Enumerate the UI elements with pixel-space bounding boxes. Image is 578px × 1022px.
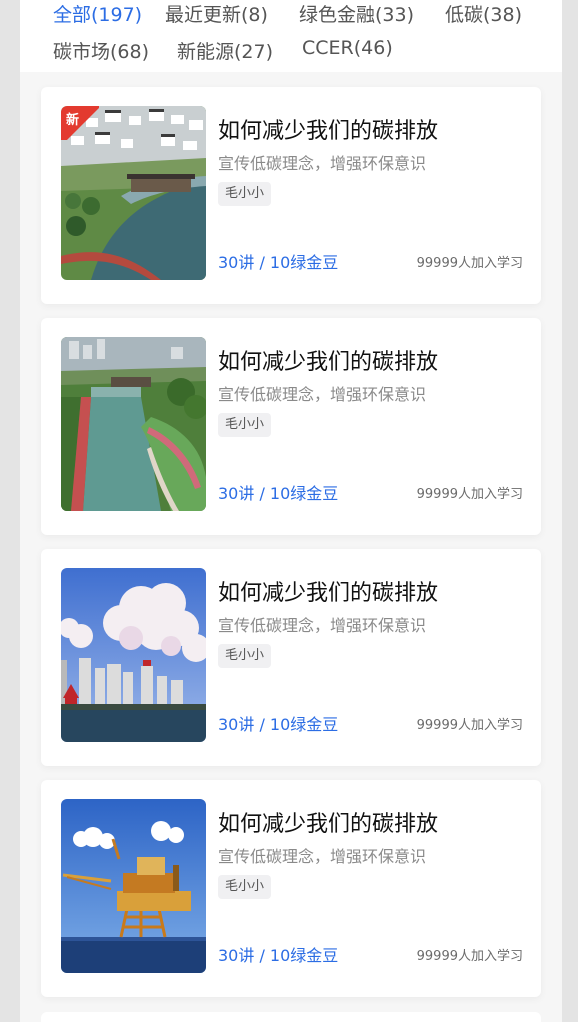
course-subtitle: 宣传低碳理念，增强环保意识: [218, 385, 427, 404]
course-subtitle: 宣传低碳理念，增强环保意识: [218, 154, 427, 173]
course-meta: 30讲 / 10绿金豆: [218, 253, 339, 272]
new-badge: 新: [61, 106, 99, 140]
filter-green-finance[interactable]: 绿色金融(33): [299, 0, 414, 27]
author-tag: 毛小小: [218, 182, 272, 206]
learner-count: 99999人加入学习: [416, 718, 523, 733]
filter-new-energy[interactable]: 新能源(27): [177, 37, 273, 64]
author-tag: 毛小小: [218, 875, 272, 899]
author-tag: 毛小小: [218, 413, 272, 437]
learner-count: 99999人加入学习: [416, 487, 523, 502]
course-meta: 30讲 / 10绿金豆: [218, 484, 339, 503]
filter-carbon-market[interactable]: 碳市场(68): [53, 37, 149, 64]
course-subtitle: 宣传低碳理念，增强环保意识: [218, 847, 427, 866]
author-tag: 毛小小: [218, 644, 272, 668]
course-list-panel: 全部(197) 最近更新(8) 绿色金融(33) 低碳(38) 碳市场(68) …: [20, 0, 562, 1022]
filter-low-carbon[interactable]: 低碳(38): [445, 0, 522, 27]
course-card[interactable]: 如何减少我们的碳排放 宣传低碳理念，增强环保意识 毛小小 30讲 / 10绿金豆…: [41, 780, 541, 997]
course-meta: 30讲 / 10绿金豆: [218, 946, 339, 965]
course-card[interactable]: 如何减少我们的碳排放 宣传低碳理念，增强环保意识 毛小小 30讲 / 10绿金豆…: [41, 318, 541, 535]
city-skyline-icon: [61, 568, 206, 742]
course-card[interactable]: 新 如何减少我们的碳排放 宣传低碳理念，增强环保意识 毛小小 30讲 / 10绿…: [41, 87, 541, 304]
course-title: 如何减少我们的碳排放: [218, 812, 439, 837]
course-card-partial[interactable]: [41, 1012, 541, 1022]
course-meta: 30讲 / 10绿金豆: [218, 715, 339, 734]
filter-all[interactable]: 全部(197): [53, 0, 142, 27]
town-canal-icon: 新: [61, 106, 206, 280]
learner-count: 99999人加入学习: [416, 949, 523, 964]
filter-recent[interactable]: 最近更新(8): [165, 0, 268, 27]
river-park-icon: [61, 337, 206, 511]
course-subtitle: 宣传低碳理念，增强环保意识: [218, 616, 427, 635]
learner-count: 99999人加入学习: [416, 256, 523, 271]
oil-platform-icon: [61, 799, 206, 973]
course-card[interactable]: 如何减少我们的碳排放 宣传低碳理念，增强环保意识 毛小小 30讲 / 10绿金豆…: [41, 549, 541, 766]
filter-ccer[interactable]: CCER(46): [302, 37, 393, 59]
course-title: 如何减少我们的碳排放: [218, 119, 439, 144]
category-filter-bar: 全部(197) 最近更新(8) 绿色金融(33) 低碳(38) 碳市场(68) …: [20, 0, 562, 72]
course-title: 如何减少我们的碳排放: [218, 581, 439, 606]
course-title: 如何减少我们的碳排放: [218, 350, 439, 375]
